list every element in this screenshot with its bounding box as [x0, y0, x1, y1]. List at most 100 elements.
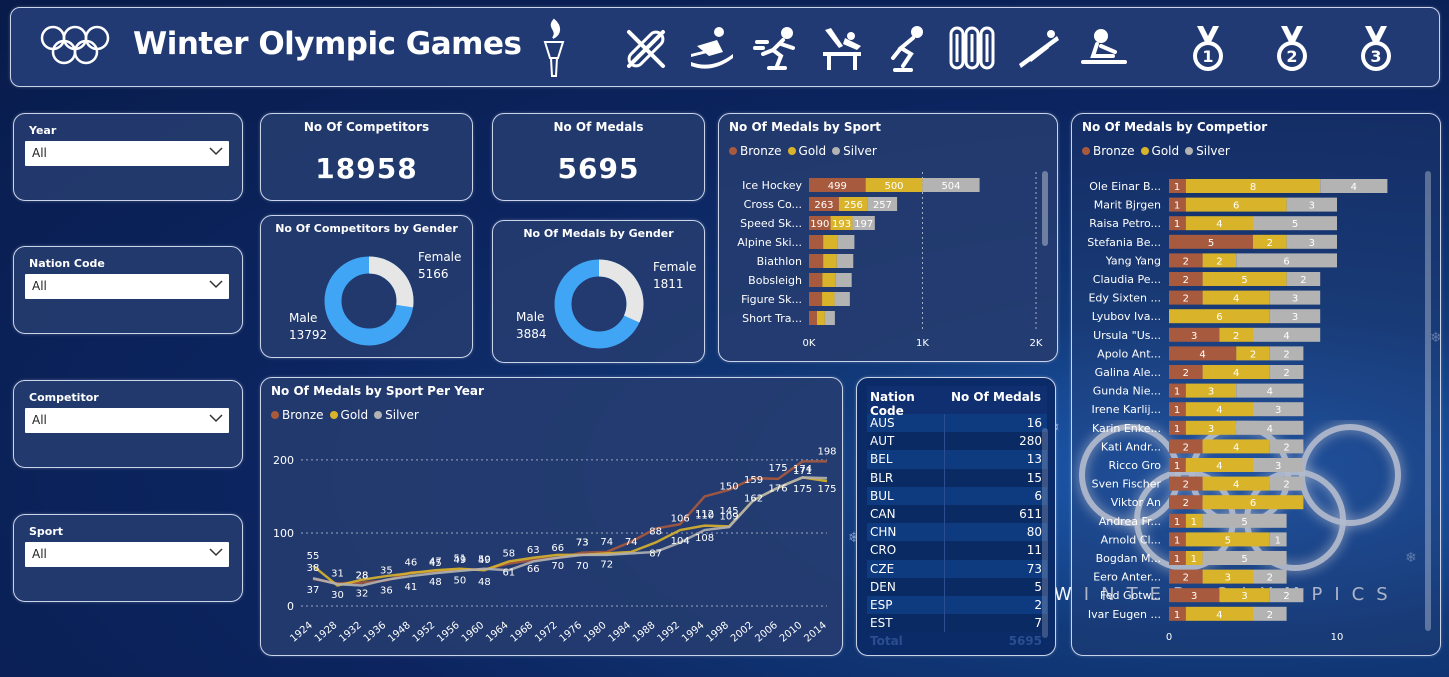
- x-tick-label: 2K: [1030, 338, 1043, 349]
- data-label: 3: [1309, 201, 1315, 212]
- cell-medal-count: 280: [1019, 434, 1042, 449]
- table-row[interactable]: AUT 280: [867, 432, 1047, 451]
- donut-label-male: Male: [516, 310, 544, 324]
- data-label: 108: [695, 533, 714, 544]
- cell-nation-code: CRO: [867, 541, 945, 560]
- data-label: 159: [744, 475, 763, 486]
- table-row[interactable]: BUL 6: [867, 486, 1047, 505]
- data-label: 48: [429, 577, 442, 588]
- year-dropdown[interactable]: All: [25, 141, 229, 166]
- data-label: 190: [810, 219, 829, 230]
- x-tick-label: 1994: [680, 620, 707, 645]
- cell-medal-count: 611: [1019, 507, 1042, 522]
- data-label: 2: [1183, 368, 1189, 379]
- column-header-medals[interactable]: No Of Medals: [945, 390, 1047, 404]
- x-tick-label: 1992: [656, 620, 683, 645]
- table-row[interactable]: CHN 80: [867, 523, 1047, 542]
- data-label: 5: [1241, 517, 1247, 528]
- category-label: Ricco Gro: [1108, 459, 1161, 472]
- data-label: 171: [793, 466, 812, 477]
- data-label: 87: [649, 548, 662, 559]
- category-label: Eero Anter...: [1093, 571, 1161, 584]
- table-row[interactable]: BLR 15: [867, 468, 1047, 487]
- x-tick-label: 0: [1166, 632, 1172, 643]
- scrollbar[interactable]: [1042, 428, 1048, 638]
- slicer-nation-code: Nation Code All: [13, 246, 243, 334]
- scrollbar[interactable]: [1042, 171, 1048, 246]
- dashboard-title: Winter Olympic Games: [133, 26, 522, 62]
- bar-segment-bronze: [809, 292, 823, 306]
- cell-nation-code: DEN: [867, 577, 945, 596]
- svg-text:2: 2: [1286, 47, 1297, 66]
- data-label: 2: [1283, 368, 1289, 379]
- x-tick-label: 1924: [288, 620, 315, 645]
- luge-icon: [1079, 24, 1129, 74]
- chevron-down-icon: [209, 414, 223, 423]
- scrollbar[interactable]: [1425, 171, 1431, 631]
- data-label: 106: [671, 514, 690, 525]
- data-label: 1: [1174, 535, 1180, 546]
- donut-label-female: Female: [653, 260, 696, 274]
- table-row[interactable]: EST 7: [867, 614, 1047, 633]
- svg-text:3: 3: [1370, 47, 1381, 66]
- dropdown-value: All: [32, 146, 47, 160]
- category-label: Raisa Petro...: [1089, 217, 1161, 230]
- bar-segment-gold: [822, 292, 835, 306]
- data-label: 175: [817, 484, 836, 495]
- data-label: 5: [1241, 275, 1247, 286]
- data-label: 6: [1283, 256, 1289, 267]
- bar-segment-bronze: [809, 273, 823, 287]
- donut-chart: Female 5166 Male 13792: [289, 250, 461, 346]
- table-row[interactable]: CZE 73: [867, 559, 1047, 578]
- dropdown-value: All: [32, 547, 47, 561]
- data-label: 162: [744, 494, 763, 505]
- table-row[interactable]: ESP 2: [867, 595, 1047, 615]
- table-row[interactable]: CRO 11: [867, 541, 1047, 560]
- x-tick-label: 1964: [484, 620, 511, 645]
- category-label: Ivar Eugen ...: [1088, 608, 1161, 621]
- column-header-nation-code[interactable]: Nation Code: [867, 390, 945, 418]
- data-label: 2: [1233, 331, 1239, 342]
- bobsleigh-icon: [947, 24, 997, 74]
- category-label: Andrea Fr...: [1099, 515, 1161, 528]
- bar-segment-gold: [822, 273, 836, 287]
- data-label: 55: [307, 551, 320, 562]
- medals-by-sport-chart: No Of Medals by Sport Bronze Gold Silver…: [718, 113, 1058, 362]
- data-label: 4: [1233, 294, 1239, 305]
- data-label: 2: [1250, 349, 1256, 360]
- category-label: Short Tra...: [742, 312, 802, 325]
- category-label: Claudia Pe...: [1093, 273, 1161, 286]
- data-label: 2: [1283, 442, 1289, 453]
- data-label: 66: [527, 564, 540, 575]
- data-label: 175: [769, 463, 788, 474]
- data-label: 2: [1183, 573, 1189, 584]
- short-track-icon: [883, 24, 933, 74]
- category-label: Bobsleigh: [748, 274, 802, 287]
- category-label: Karin Enke...: [1092, 422, 1161, 435]
- data-label: 8: [1250, 182, 1256, 193]
- data-label: 4: [1233, 368, 1239, 379]
- competitor-dropdown[interactable]: All: [25, 408, 229, 433]
- cell-nation-code: CZE: [867, 559, 945, 578]
- sport-dropdown[interactable]: All: [25, 542, 229, 567]
- bar-segment-gold: [823, 235, 838, 249]
- table-row[interactable]: AUS 16: [867, 414, 1047, 433]
- cell-medal-count: 11: [1026, 543, 1042, 558]
- data-label: 74: [625, 537, 638, 548]
- nation-code-dropdown[interactable]: All: [25, 274, 229, 299]
- table-row[interactable]: DEN 5: [867, 577, 1047, 596]
- data-label: 1: [1174, 517, 1180, 528]
- svg-text:1: 1: [1202, 47, 1213, 66]
- data-label: 2: [1183, 294, 1189, 305]
- cell-medal-count: 80: [1026, 525, 1042, 540]
- table-row[interactable]: CAN 611: [867, 504, 1047, 524]
- donut-value-female: 5166: [418, 267, 449, 281]
- card-competitors: No Of Competitors 18958: [260, 113, 473, 201]
- x-tick-label: 1932: [337, 620, 364, 645]
- x-tick-label: 2006: [753, 620, 780, 645]
- card-value: 5695: [557, 152, 640, 185]
- olympic-rings-icon: [39, 22, 111, 72]
- data-label: 1: [1174, 219, 1180, 230]
- table-row[interactable]: BEL 13: [867, 450, 1047, 469]
- data-label: 1: [1174, 554, 1180, 565]
